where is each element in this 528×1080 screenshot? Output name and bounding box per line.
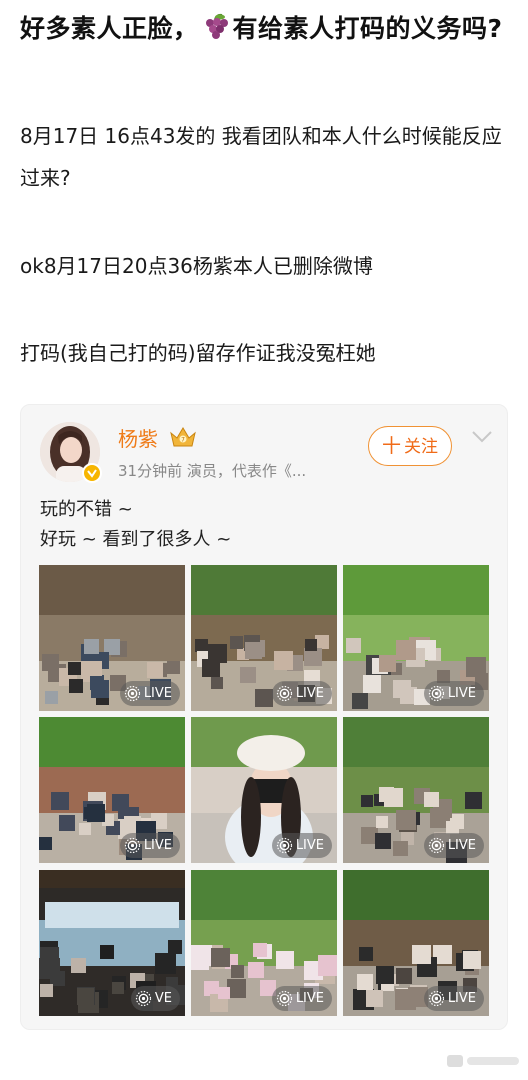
photo-thumbnail[interactable]: LIVE: [343, 717, 489, 863]
live-badge-label: LIVE: [143, 838, 172, 853]
live-badge-label: LIVE: [295, 838, 324, 853]
live-photo-icon: [124, 837, 140, 854]
post-title: 好多素人正脸， 有给素人打码的义务吗?: [20, 8, 510, 49]
follow-button[interactable]: 十关注: [368, 426, 452, 466]
photo-thumbnail[interactable]: LIVE: [39, 717, 185, 863]
live-badge-label: VE: [154, 991, 172, 1006]
svg-text:7: 7: [181, 437, 185, 444]
photo-thumbnail[interactable]: LIVE: [191, 717, 337, 863]
photo-grid: LIVE LIVE LIVE LIVE LIVE LIVE VE LIVE LIVE: [39, 565, 489, 1019]
live-photo-icon: [428, 685, 444, 702]
live-photo-badge: LIVE: [423, 986, 484, 1011]
live-badge-label: LIVE: [447, 991, 476, 1006]
photo-thumbnail[interactable]: LIVE: [191, 870, 337, 1016]
live-photo-badge: LIVE: [119, 681, 180, 706]
live-photo-icon: [276, 837, 292, 854]
photo-thumbnail[interactable]: LIVE: [39, 565, 185, 711]
live-badge-label: LIVE: [295, 991, 324, 1006]
post-meta: 31分钟前 演员，代表作《...: [118, 462, 307, 480]
title-text-1: 好多素人正脸，: [20, 14, 199, 43]
post-text-line-2: 好玩 ~ 看到了很多人 ~: [40, 529, 232, 550]
photo-thumbnail[interactable]: VE: [39, 870, 185, 1016]
username[interactable]: 杨紫: [118, 423, 158, 452]
live-photo-badge: LIVE: [271, 986, 332, 1011]
follow-plus-icon: 十: [381, 435, 401, 457]
live-badge-label: LIVE: [447, 686, 476, 701]
live-photo-icon: [124, 685, 140, 702]
live-photo-badge: LIVE: [423, 681, 484, 706]
live-photo-icon: [135, 990, 151, 1007]
post-paragraph-1: 8月17日 16点43发的 我看团队和本人什么时候能反应过来?: [20, 124, 502, 190]
live-photo-icon: [428, 990, 444, 1007]
live-badge-label: LIVE: [295, 686, 324, 701]
embedded-weibo-card[interactable]: 杨紫 7 31分钟前 演员，代表作《... 十关注 玩的不错 ~ 好玩 ~ 看到…: [20, 404, 508, 1030]
photo-thumbnail[interactable]: LIVE: [191, 565, 337, 711]
live-photo-badge: LIVE: [271, 833, 332, 858]
follow-label: 关注: [404, 437, 438, 457]
live-badge-label: LIVE: [447, 838, 476, 853]
grapes-emoji-icon: [201, 12, 231, 40]
live-photo-badge: LIVE: [423, 833, 484, 858]
verified-badge-icon: [82, 463, 102, 483]
vip-crown-icon: 7: [168, 424, 198, 450]
live-photo-badge: LIVE: [119, 833, 180, 858]
title-text-2: 有给素人打码的义务吗?: [232, 14, 503, 43]
post-paragraph-3: 打码(我自己打的码)留存作证我没冤枉她: [20, 341, 376, 365]
photo-thumbnail[interactable]: LIVE: [343, 870, 489, 1016]
live-photo-icon: [276, 685, 292, 702]
watermark-logo: [445, 1052, 523, 1070]
live-badge-label: LIVE: [143, 686, 172, 701]
live-photo-badge: LIVE: [271, 681, 332, 706]
chevron-down-icon[interactable]: [471, 429, 493, 443]
post-text-line-1: 玩的不错 ~: [40, 499, 133, 520]
live-photo-icon: [276, 990, 292, 1007]
live-photo-badge: VE: [130, 986, 180, 1011]
photo-thumbnail[interactable]: LIVE: [343, 565, 489, 711]
post-paragraph-2: ok8月17日20点36杨紫本人已删除微博: [20, 254, 373, 278]
live-photo-icon: [428, 837, 444, 854]
